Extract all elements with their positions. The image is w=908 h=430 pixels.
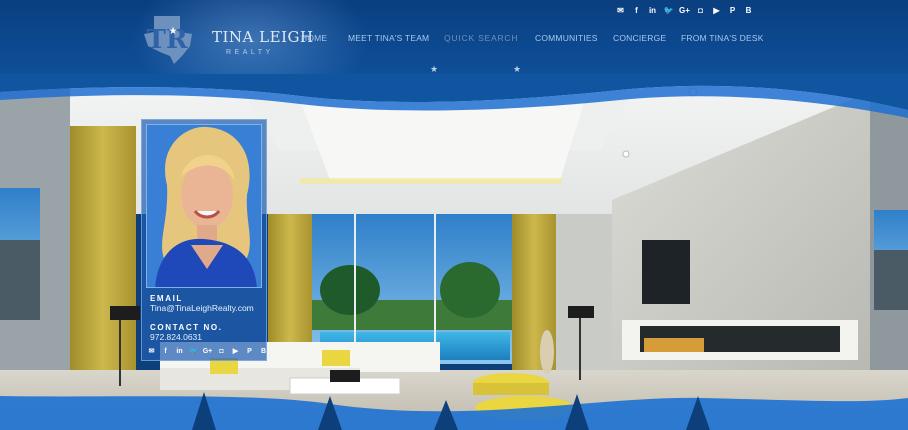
pinterest-icon[interactable]: P (726, 5, 739, 16)
living-room-photo (0, 74, 908, 430)
brand-subtitle: REALTY (226, 49, 274, 56)
nav-concierge[interactable]: CONCIERGE (613, 31, 666, 45)
blogger-icon[interactable]: B (257, 346, 270, 356)
contact-label: CONTACT NO. (150, 323, 223, 332)
email-icon[interactable]: ✉ (614, 5, 627, 16)
youtube-icon[interactable]: ▶ (710, 5, 723, 16)
blogger-icon[interactable]: B (742, 5, 755, 16)
agent-portrait-image (147, 125, 261, 287)
nav-home[interactable]: HOME (301, 31, 327, 45)
nav-quick-search[interactable]: QUICK SEARCH (444, 31, 518, 45)
nav-communities[interactable]: COMMUNITIES (535, 31, 598, 45)
youtube-icon[interactable]: ▶ (229, 346, 242, 356)
linkedin-icon[interactable]: in (646, 5, 659, 16)
linkedin-icon[interactable]: in (173, 346, 186, 356)
instagram-icon[interactable]: ◘ (694, 5, 707, 16)
google-plus-icon[interactable]: G+ (678, 5, 691, 16)
email-icon[interactable]: ✉ (145, 346, 158, 356)
twitter-icon[interactable]: 🐦 (187, 346, 200, 356)
nav-meet-team[interactable]: MEET TINA'S TEAM (348, 31, 429, 45)
pinterest-icon[interactable]: P (243, 346, 256, 356)
card-social-icons: ✉ f in 🐦 G+ ◘ ▶ P B (145, 346, 270, 356)
instagram-icon[interactable]: ◘ (215, 346, 228, 356)
agent-email-link[interactable]: Tina@TinaLeighRealty.com (150, 303, 254, 313)
header-social-icons: ✉ f in 🐦 G+ ◘ ▶ P B (614, 5, 755, 16)
agent-contact-card: EMAIL Tina@TinaLeighRealty.com CONTACT N… (141, 119, 267, 361)
agent-photo (146, 124, 262, 288)
nav-from-desk[interactable]: FROM TINA'S DESK (681, 31, 764, 45)
email-label: EMAIL (150, 294, 183, 303)
facebook-icon[interactable]: f (159, 346, 172, 356)
facebook-icon[interactable]: f (630, 5, 643, 16)
hero-banner (0, 74, 908, 430)
main-nav: HOME MEET TINA'S TEAM ★ QUICK SEARCH ★ C… (0, 31, 908, 74)
google-plus-icon[interactable]: G+ (201, 346, 214, 356)
agent-phone-link[interactable]: 972.824.0631 (150, 332, 202, 342)
twitter-icon[interactable]: 🐦 (662, 5, 675, 16)
